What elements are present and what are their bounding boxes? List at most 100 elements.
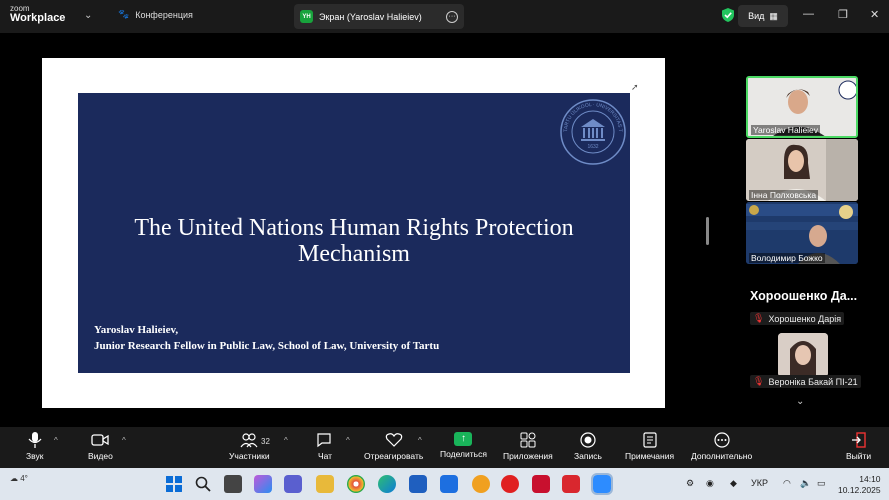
volume-icon[interactable]: 🔈 <box>800 478 811 489</box>
featured-participant-name: Хороошенко Да... <box>750 289 858 303</box>
battery-icon[interactable]: ▭ <box>817 478 826 489</box>
react-button[interactable]: Отреагировать <box>364 432 423 461</box>
task-view-icon[interactable] <box>224 475 242 493</box>
chat-icon <box>317 433 331 448</box>
video-camera-icon <box>91 434 110 446</box>
participant-name: Вероніка Бакай ПІ-21 <box>768 376 858 387</box>
participant-name: Володимир Божко <box>749 253 825 263</box>
store-icon[interactable] <box>409 475 427 493</box>
edge-icon[interactable] <box>378 475 396 493</box>
leave-door-icon <box>851 432 866 448</box>
meeting-toolbar: Звук ^ Видео ^ Участники 32 ^ Чат ^ Отре… <box>0 427 889 468</box>
weather-widget[interactable]: ☁ 4° <box>10 474 28 483</box>
participant-tile[interactable]: Yaroslav Halieiev <box>746 76 858 138</box>
search-icon[interactable] <box>194 475 212 493</box>
video-button[interactable]: Видео <box>88 432 113 461</box>
slide-title-line1: The United Nations Human Rights Protecti… <box>134 215 574 241</box>
apps-button[interactable]: Приложения <box>503 432 553 461</box>
notes-button[interactable]: Примечания <box>625 432 674 461</box>
participants-icon <box>240 433 258 448</box>
conference-button[interactable]: 🐾 Конференция <box>118 9 193 20</box>
zoom-brand-big: Workplace <box>10 12 66 24</box>
grid-icon: ▦ <box>769 10 778 21</box>
participant-photo <box>778 333 828 377</box>
seal-year: 1632 <box>587 144 598 150</box>
presenter-badge: YH <box>300 10 313 23</box>
file-explorer-icon[interactable] <box>316 475 334 493</box>
tray-icon[interactable]: ⚙ <box>686 478 694 489</box>
app-icon[interactable] <box>472 475 490 493</box>
restore-icon[interactable]: ❐ <box>838 8 848 21</box>
windows-start-icon[interactable] <box>165 475 183 493</box>
apps-icon <box>520 432 536 448</box>
leave-button[interactable]: Выйти <box>846 432 871 461</box>
cloud-icon: ☁ <box>10 474 18 483</box>
slide-author: Yaroslav Halieiev, Junior Research Fello… <box>94 322 439 354</box>
more-dots-icon <box>713 432 730 448</box>
zoom-app-icon[interactable] <box>591 473 613 495</box>
screen-share-tab[interactable]: YH Экран (Yaroslav Halieiev) ··· <box>294 4 464 29</box>
slide-author-name: Yaroslav Halieiev, <box>94 324 179 336</box>
view-button[interactable]: Вид ▦ <box>738 5 788 27</box>
slide-title-line2: Mechanism <box>298 241 410 267</box>
video-caret-icon[interactable]: ^ <box>122 436 126 445</box>
participant-muted-row[interactable]: 🎙 Вероніка Бакай ПІ-21 <box>750 375 861 388</box>
clock-date: 10.12.2025 <box>838 485 881 495</box>
scroll-down-chevron-icon[interactable]: ⌄ <box>796 396 804 407</box>
participant-tile[interactable]: Володимир Божко <box>746 202 858 264</box>
panel-resize-handle[interactable] <box>706 217 709 245</box>
mic-muted-icon: 🎙 <box>753 313 765 323</box>
chat-label: Чат <box>317 451 333 461</box>
mouse-cursor-icon: ➚ <box>631 82 639 92</box>
norton-icon[interactable]: ◉ <box>706 478 714 489</box>
slide-canvas: ➚ 1632 TARTU ÜLIKOOL · UNIVERSITAS TARTU… <box>42 58 665 408</box>
paw-icon: 🐾 <box>118 9 130 19</box>
record-label: Запись <box>574 451 602 461</box>
title-bar: zoom Workplace ⌄ 🐾 Конференция YH Экран … <box>0 0 889 33</box>
participants-caret-icon[interactable]: ^ <box>284 436 288 445</box>
video-label: Видео <box>88 451 113 461</box>
screen-share-tab-label: Экран (Yaroslav Halieiev) <box>319 11 422 22</box>
mic-muted-icon: 🎙 <box>753 376 765 386</box>
participants-label: Участники <box>229 451 270 461</box>
presentation-slide: 1632 TARTU ÜLIKOOL · UNIVERSITAS TARTUEN… <box>78 93 630 373</box>
audio-button[interactable]: Звук <box>26 432 43 461</box>
chevron-down-icon[interactable]: ⌄ <box>84 10 92 21</box>
language-indicator[interactable]: УКР <box>751 478 768 488</box>
participant-name: Yaroslav Halieiev <box>751 125 821 135</box>
notes-icon <box>642 432 657 448</box>
record-button[interactable]: Запись <box>574 432 602 461</box>
copilot-icon[interactable] <box>254 475 272 493</box>
opera-icon[interactable] <box>501 475 519 493</box>
mcafee-icon[interactable] <box>532 475 550 493</box>
apps-label: Приложения <box>503 451 553 461</box>
minimize-icon[interactable]: — <box>803 8 814 20</box>
clock[interactable]: 14:10 10.12.2025 <box>838 474 881 496</box>
close-icon[interactable]: ✕ <box>870 8 879 21</box>
hp-icon[interactable] <box>440 475 458 493</box>
chat-caret-icon[interactable]: ^ <box>346 436 350 445</box>
weather-temp: 4° <box>20 474 28 483</box>
chrome-icon[interactable] <box>347 475 365 493</box>
tray-icon[interactable]: ◆ <box>730 478 737 489</box>
more-options-icon[interactable]: ··· <box>446 10 458 23</box>
more-button[interactable]: Дополнительно <box>691 432 752 461</box>
conference-label: Конференция <box>135 9 193 20</box>
react-caret-icon[interactable]: ^ <box>418 436 422 445</box>
wifi-icon[interactable]: ◠ <box>783 478 791 489</box>
teams-icon[interactable] <box>284 475 302 493</box>
wps-icon[interactable] <box>562 475 580 493</box>
participant-tile[interactable]: Інна Полховська <box>746 139 858 201</box>
participant-name: Інна Полховська <box>749 190 819 200</box>
share-label: Поделиться <box>440 449 487 459</box>
security-shield-icon[interactable] <box>722 8 734 22</box>
microphone-icon <box>28 432 42 448</box>
chat-button[interactable]: Чат <box>316 432 334 461</box>
slide-author-affiliation: Junior Research Fellow in Public Law, Sc… <box>94 340 440 352</box>
participant-muted-row[interactable]: 🎙 Хорошенко Дарія <box>750 312 845 325</box>
slide-title: The United Nations Human Rights Protecti… <box>78 215 630 267</box>
record-icon <box>580 432 596 448</box>
share-screen-button[interactable]: ↑ Поделиться <box>440 432 487 459</box>
audio-caret-icon[interactable]: ^ <box>54 436 58 445</box>
university-seal-logo: 1632 TARTU ÜLIKOOL · UNIVERSITAS TARTUEN… <box>559 97 626 165</box>
